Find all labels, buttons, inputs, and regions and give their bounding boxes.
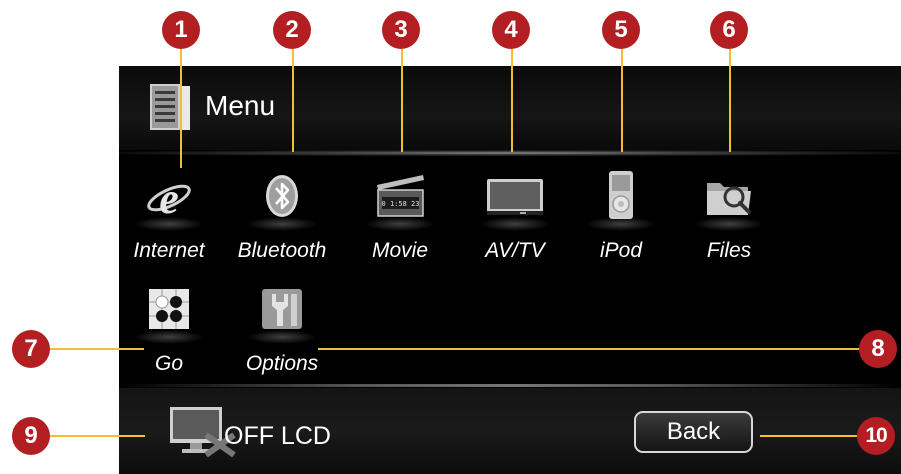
callout-4: 4 xyxy=(492,11,530,49)
app-internet[interactable]: e Internet xyxy=(119,171,219,281)
app-ipod[interactable]: iPod xyxy=(571,171,671,281)
icon-reflection xyxy=(586,217,656,231)
leader-line-1 xyxy=(180,49,182,168)
icon-reflection xyxy=(694,217,764,231)
app-label: Bluetooth xyxy=(237,239,327,262)
app-label: Files xyxy=(706,239,752,262)
callout-8: 8 xyxy=(859,330,897,368)
app-label: iPod xyxy=(599,239,643,262)
leader-line-7 xyxy=(50,348,144,350)
header-divider xyxy=(119,150,901,156)
app-movie[interactable]: 0 1:58 23 Movie xyxy=(350,171,450,281)
app-label: Options xyxy=(245,352,319,375)
movie-clapper-icon: 0 1:58 23 xyxy=(377,175,424,217)
callout-2: 2 xyxy=(273,11,311,49)
icon-reflection xyxy=(134,217,204,231)
callout-1: 1 xyxy=(162,11,200,49)
app-bluetooth[interactable]: Bluetooth xyxy=(232,171,332,281)
icon-reflection xyxy=(480,217,550,231)
page-title: Menu xyxy=(205,90,276,121)
leader-line-2 xyxy=(292,49,294,152)
folder-search-icon xyxy=(707,183,751,215)
icon-reflection xyxy=(247,330,317,344)
app-label: Movie xyxy=(371,239,429,262)
menu-list-icon xyxy=(150,84,190,130)
go-board-icon xyxy=(149,289,189,329)
leader-line-9 xyxy=(50,435,145,437)
app-label: Internet xyxy=(133,239,205,262)
app-files[interactable]: Files xyxy=(679,171,779,281)
leader-line-6 xyxy=(729,49,731,152)
icon-reflection xyxy=(134,330,204,344)
leader-line-5 xyxy=(621,49,623,152)
callout-3: 3 xyxy=(382,11,420,49)
leader-line-8 xyxy=(318,348,863,350)
options-tools-icon xyxy=(262,289,302,329)
tv-icon xyxy=(487,179,543,215)
callout-7: 7 xyxy=(12,330,50,368)
callout-9: 9 xyxy=(12,417,50,455)
svg-text:0 1:58 23: 0 1:58 23 xyxy=(382,200,420,208)
app-av-tv[interactable]: AV/TV xyxy=(465,171,565,281)
app-label: Go xyxy=(154,352,183,375)
app-options[interactable]: Options xyxy=(232,284,332,394)
svg-text:e: e xyxy=(159,174,179,221)
back-button[interactable]: Back xyxy=(634,411,753,453)
app-label: AV/TV xyxy=(485,239,545,262)
callout-10: 10 xyxy=(857,417,895,455)
leader-line-3 xyxy=(401,49,403,152)
off-lcd-label[interactable]: OFF LCD xyxy=(224,422,331,451)
ipod-icon xyxy=(609,171,633,219)
menu-screen: Menu e Internet Bluetooth 0 1:58 23 Movi… xyxy=(119,66,901,474)
internet-explorer-icon: e xyxy=(147,174,191,221)
app-go[interactable]: Go xyxy=(119,284,219,394)
icon-reflection xyxy=(247,217,317,231)
footer-divider xyxy=(119,384,901,387)
leader-line-4 xyxy=(511,49,513,152)
bluetooth-icon xyxy=(266,175,298,217)
callout-6: 6 xyxy=(710,11,748,49)
icon-reflection xyxy=(365,217,435,231)
callout-5: 5 xyxy=(602,11,640,49)
leader-line-10 xyxy=(760,435,863,437)
